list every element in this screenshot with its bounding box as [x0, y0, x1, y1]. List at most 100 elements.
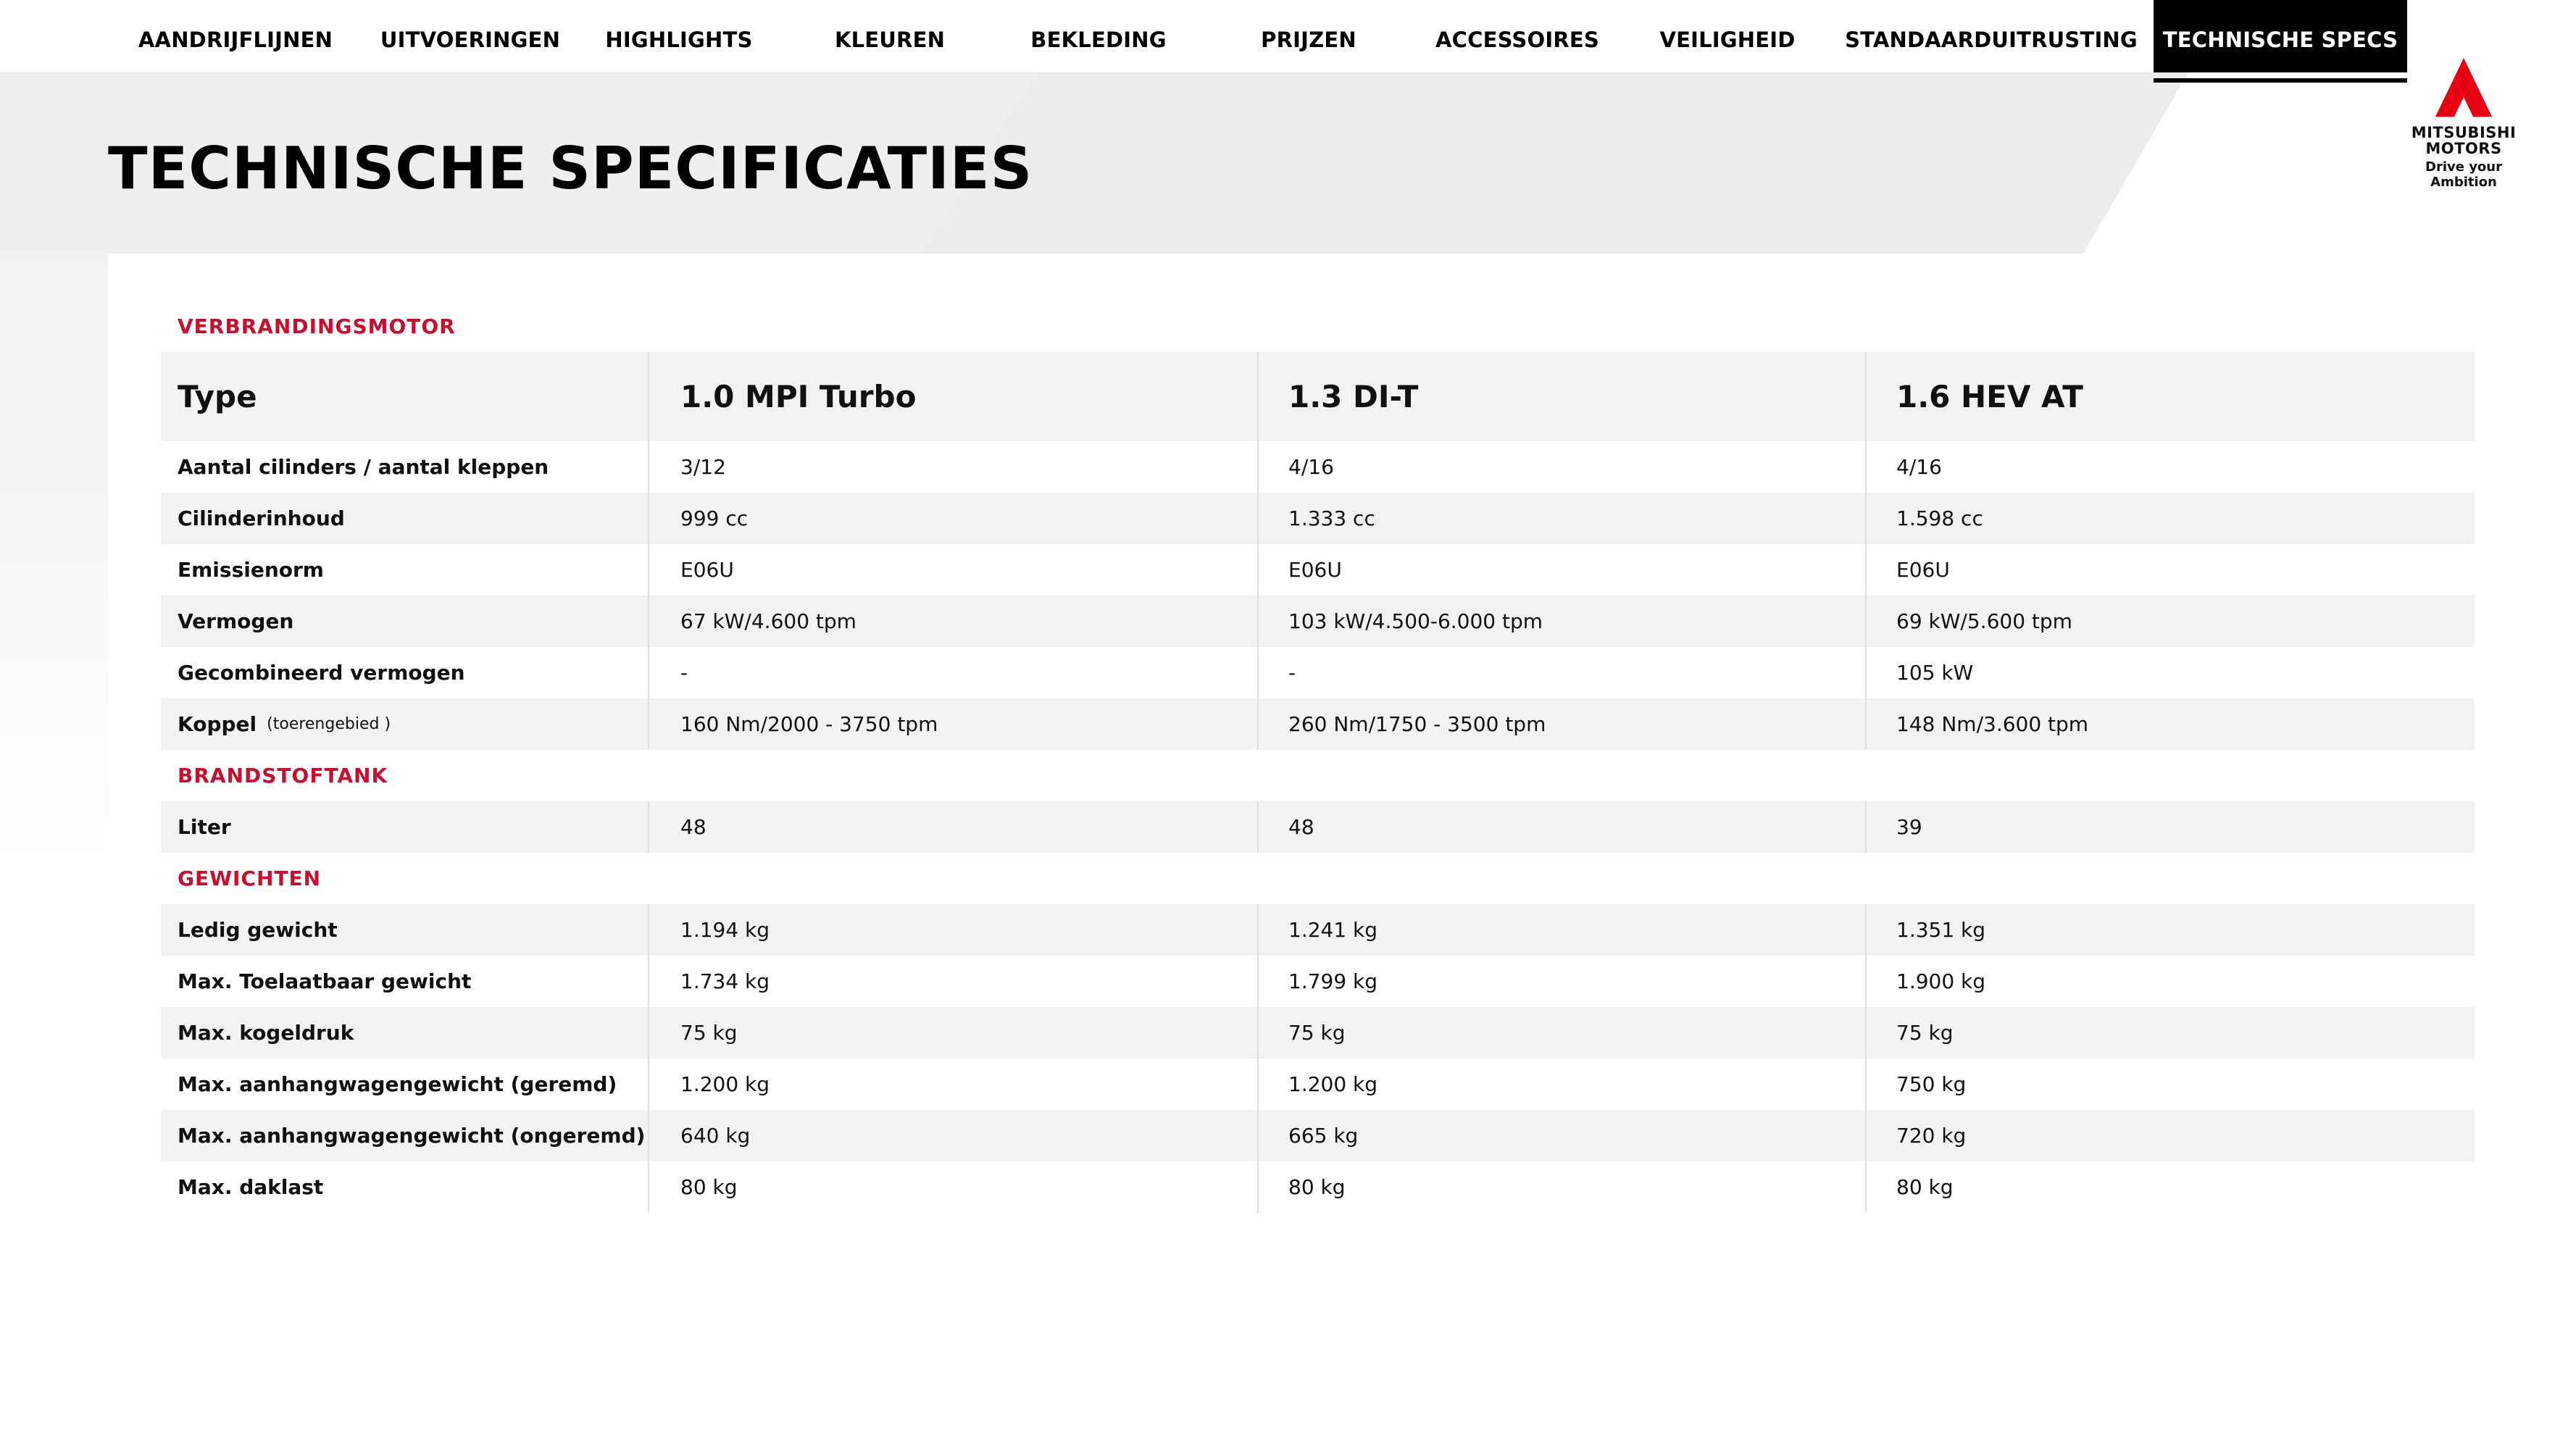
row-value: 1.598 cc	[1865, 493, 2475, 544]
brand-name-line2: MOTORS	[2425, 140, 2502, 157]
row-label: Max. aanhangwagengewicht (ongeremd)	[161, 1110, 648, 1161]
nav-item-aandrijflijnen[interactable]: AANDRIJFLIJNEN	[138, 0, 333, 72]
row-value: 720 kg	[1865, 1110, 2475, 1161]
brand-tagline: Drive your Ambition	[2425, 159, 2502, 190]
table-header-row: Type 1.0 MPI Turbo 1.3 DI-T 1.6 HEV AT	[161, 352, 2475, 441]
nav-item-kleuren[interactable]: KLEUREN	[835, 0, 945, 72]
nav-item-bekleding[interactable]: BEKLEDING	[1030, 0, 1166, 72]
row-value: 80 kg	[1257, 1161, 1865, 1213]
row-value: 4/16	[1257, 441, 1865, 493]
row-label-text: Emissienorm	[178, 558, 324, 582]
table-row: Vermogen 67 kW/4.600 tpm 103 kW/4.500-6.00…	[161, 596, 2475, 647]
row-value: 160 Nm/2000 - 3750 tpm	[648, 698, 1257, 750]
table-row: Max. aanhangwagengewicht (geremd) 1.200 k…	[161, 1058, 2475, 1110]
row-value: 80 kg	[1865, 1161, 2475, 1213]
row-value: 1.900 kg	[1865, 956, 2475, 1007]
row-value: E06U	[1865, 544, 2475, 596]
row-label-text: Aantal cilinders / aantal kleppen	[178, 455, 549, 479]
row-label: Max. daklast	[161, 1161, 648, 1213]
table-row: Cilinderinhoud 999 cc 1.333 cc 1.598 cc	[161, 493, 2475, 544]
row-value: 67 kW/4.600 tpm	[648, 596, 1257, 647]
row-label-text: Gecombineerd vermogen	[178, 661, 465, 685]
row-value: 1.200 kg	[1257, 1058, 1865, 1110]
row-value: 148 Nm/3.600 tpm	[1865, 698, 2475, 750]
header-column-2: 1.3 DI-T	[1257, 352, 1865, 441]
row-label-text: Ledig gewicht	[178, 918, 338, 942]
page-title: TECHNISCHE SPECIFICATIES	[108, 135, 1033, 202]
row-label-text: Max. aanhangwagengewicht (ongeremd)	[178, 1124, 646, 1148]
row-label: Vermogen	[161, 596, 648, 647]
row-label-text: Koppel	[178, 712, 257, 736]
table-row: Liter 48 48 39	[161, 801, 2475, 853]
row-value: 75 kg	[1257, 1007, 1865, 1058]
nav-item-uitvoeringen[interactable]: UITVOERINGEN	[380, 0, 560, 72]
row-label-text: Max. kogeldruk	[178, 1021, 354, 1045]
top-navigation: AANDRIJFLIJNEN UITVOERINGEN HIGHLIGHTS K…	[0, 0, 2576, 83]
row-value: 1.351 kg	[1865, 904, 2475, 956]
row-value: 103 kW/4.500-6.000 tpm	[1257, 596, 1865, 647]
nav-item-standaarduitrusting[interactable]: STANDAARDUITRUSTING	[1845, 0, 2138, 72]
row-label: Max. Toelaatbaar gewicht	[161, 956, 648, 1007]
row-value: 1.734 kg	[648, 956, 1257, 1007]
row-value: 48	[648, 801, 1257, 853]
row-value: 39	[1865, 801, 2475, 853]
table-row: Max. aanhangwagengewicht (ongeremd) 640 k…	[161, 1110, 2475, 1161]
row-label-text: Cilinderinhoud	[178, 506, 345, 530]
row-label-text: Max. aanhangwagengewicht (geremd)	[178, 1072, 617, 1096]
row-value: -	[648, 647, 1257, 698]
brand-logo[interactable]: MITSUBISHI MOTORS Drive your Ambition	[2391, 58, 2536, 190]
row-value: 750 kg	[1865, 1058, 2475, 1110]
row-value: -	[1257, 647, 1865, 698]
active-tab-underline	[2154, 78, 2407, 83]
row-value: 105 kW	[1865, 647, 2475, 698]
row-value: 1.333 cc	[1257, 493, 1865, 544]
three-diamonds-icon	[2435, 58, 2492, 117]
row-value: 640 kg	[648, 1110, 1257, 1161]
header-column-1: 1.0 MPI Turbo	[648, 352, 1257, 441]
table-row: Max. Toelaatbaar gewicht 1.734 kg 1.799 kg…	[161, 956, 2475, 1007]
section-title: VERBRANDINGSMOTOR	[178, 314, 456, 338]
row-label: Koppel (toerengebied )	[161, 698, 648, 750]
row-label-text: Max. Toelaatbaar gewicht	[178, 969, 472, 993]
row-label-text: Vermogen	[178, 609, 294, 633]
nav-item-prijzen[interactable]: PRIJZEN	[1261, 0, 1356, 72]
table-row: Max. daklast 80 kg 80 kg 80 kg	[161, 1161, 2475, 1213]
table-row: Ledig gewicht 1.194 kg 1.241 kg 1.351 kg	[161, 904, 2475, 956]
row-label: Cilinderinhoud	[161, 493, 648, 544]
row-label: Aantal cilinders / aantal kleppen	[161, 441, 648, 493]
row-label-text: Max. daklast	[178, 1175, 324, 1199]
table-row: Gecombineerd vermogen - -105 kW	[161, 647, 2475, 698]
row-value: 69 kW/5.600 tpm	[1865, 596, 2475, 647]
row-value: 3/12	[648, 441, 1257, 493]
row-value: 1.194 kg	[648, 904, 1257, 956]
row-value: 1.200 kg	[648, 1058, 1257, 1110]
row-label: Liter	[161, 801, 648, 853]
row-value: E06U	[648, 544, 1257, 596]
table-row: Emissienorm E06U E06U E06U	[161, 544, 2475, 596]
row-value: 4/16	[1865, 441, 2475, 493]
row-value: E06U	[1257, 544, 1865, 596]
row-value: 1.241 kg	[1257, 904, 1865, 956]
row-label-note: (toerengebied )	[267, 715, 391, 733]
row-label: Gecombineerd vermogen	[161, 647, 648, 698]
row-label: Emissienorm	[161, 544, 648, 596]
row-label: Max. aanhangwagengewicht (geremd)	[161, 1058, 648, 1110]
table-row: Max. kogeldruk 75 kg 75 kg 75 kg	[161, 1007, 2475, 1058]
row-value: 1.799 kg	[1257, 956, 1865, 1007]
row-label: Max. kogeldruk	[161, 1007, 648, 1058]
row-value: 999 cc	[648, 493, 1257, 544]
nav-item-highlights[interactable]: HIGHLIGHTS	[605, 0, 752, 72]
table-row: Koppel (toerengebied ) 160 Nm/2000 - 3750 …	[161, 698, 2475, 750]
row-value: 48	[1257, 801, 1865, 853]
row-value: 260 Nm/1750 - 3500 tpm	[1257, 698, 1865, 750]
nav-item-accessoires[interactable]: ACCESSOIRES	[1435, 0, 1599, 72]
row-value: 80 kg	[648, 1161, 1257, 1213]
table-row: Aantal cilinders / aantal kleppen 3/12 4/1…	[161, 441, 2475, 493]
row-label-text: Liter	[178, 815, 231, 839]
nav-item-technische-specs[interactable]: TECHNISCHE SPECS	[2154, 0, 2407, 72]
section-title: BRANDSTOFTANK	[178, 764, 388, 788]
row-value: 75 kg	[648, 1007, 1257, 1058]
nav-item-veiligheid[interactable]: VEILIGHEID	[1659, 0, 1795, 72]
row-label: Ledig gewicht	[161, 904, 648, 956]
row-value: 665 kg	[1257, 1110, 1865, 1161]
